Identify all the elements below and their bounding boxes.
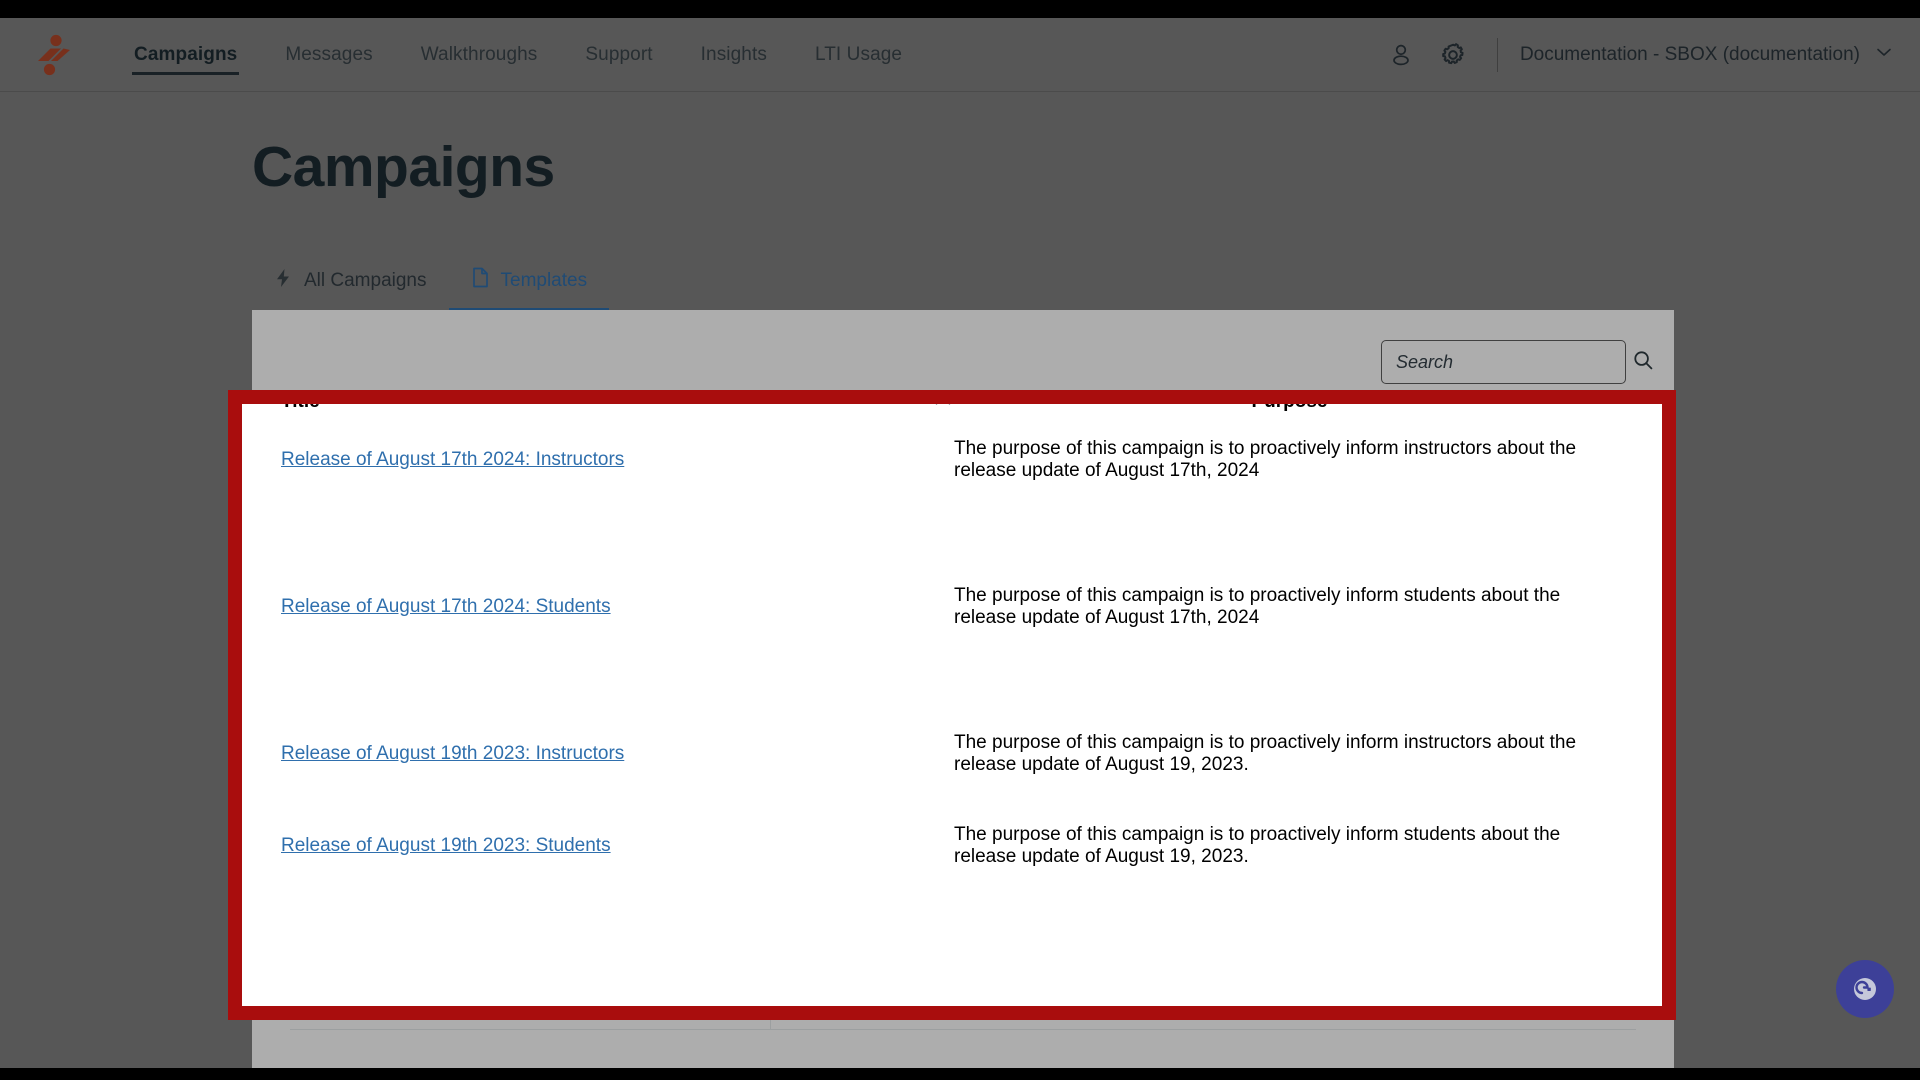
tab-bar: All Campaigns Templates <box>252 254 1674 311</box>
table-head: Title Purpose <box>280 404 1626 414</box>
row-purpose-cell: The purpose of this campaign is to proac… <box>954 585 1561 628</box>
nav-divider <box>1496 38 1498 72</box>
column-header-title[interactable]: Title <box>280 404 953 414</box>
table-body: Release of August 17th 2024: Instructors… <box>280 414 1626 892</box>
page-title: Campaigns <box>252 135 555 199</box>
tab-templates[interactable]: Templates <box>448 267 610 311</box>
nav-link-label: Support <box>585 44 653 65</box>
chat-bubble-icon <box>1854 978 1876 1000</box>
nav-link-label: Insights <box>700 44 767 65</box>
bottom-letterbox-bar <box>0 1068 1920 1080</box>
tab-all-campaigns[interactable]: All Campaigns <box>252 268 449 310</box>
row-title-link[interactable]: Release of August 17th 2024: Instructors <box>281 449 624 470</box>
user-icon[interactable] <box>1375 29 1427 81</box>
nav-link-messages[interactable]: Messages <box>261 18 396 92</box>
gear-icon[interactable] <box>1427 29 1479 81</box>
row-title-cell: Release of August 19th 2023: Students <box>280 800 953 892</box>
table-header-row: Title Purpose <box>280 404 1626 414</box>
row-title-link[interactable]: Release of August 19th 2023: Students <box>281 835 611 856</box>
search-input[interactable] <box>1394 350 1632 374</box>
table-row[interactable]: Release of August 17th 2024: Instructors… <box>280 414 1626 506</box>
tab-label: Templates <box>500 269 588 291</box>
chevron-down-icon <box>1874 42 1894 68</box>
search-container <box>1381 340 1653 384</box>
lightning-bolt-icon <box>274 268 292 294</box>
document-icon <box>471 267 489 294</box>
nav-link-campaigns[interactable]: Campaigns <box>110 18 261 92</box>
top-letterbox-bar <box>0 0 1920 18</box>
nav-link-label: Walkthroughs <box>420 44 538 65</box>
row-title-cell: Release of August 17th 2024: Students <box>280 506 953 708</box>
search-box[interactable] <box>1381 340 1653 384</box>
nav-link-label: Campaigns <box>134 44 238 65</box>
row-title-link[interactable]: Release of August 17th 2024: Students <box>281 596 611 617</box>
row-title-link[interactable]: Release of August 19th 2023: Instructors <box>281 743 624 764</box>
account-selector[interactable]: Documentation - SBOX (documentation) <box>1520 42 1894 68</box>
column-header-label: Title <box>281 404 320 413</box>
row-purpose-cell: The purpose of this campaign is to proac… <box>954 438 1577 481</box>
row-purpose-cell: The purpose of this campaign is to proac… <box>954 824 1561 867</box>
nav-link-walkthroughs[interactable]: Walkthroughs <box>397 18 562 92</box>
nav-link-label: LTI Usage <box>814 44 903 65</box>
nav-link-lti-usage[interactable]: LTI Usage <box>791 18 926 92</box>
chevron-up-icon <box>934 404 952 413</box>
screen: Campaigns Messages Walkthroughs Support … <box>0 0 1920 1080</box>
userlane-logo[interactable] <box>30 32 76 78</box>
templates-table-focused: Title Purpose <box>280 404 1626 892</box>
row-title-cell: Release of August 19th 2023: Instructors <box>280 708 953 800</box>
row-purpose-cell: The purpose of this campaign is to proac… <box>954 732 1577 775</box>
nav-right-actions: Documentation - SBOX (documentation) <box>1375 18 1894 92</box>
nav-link-support[interactable]: Support <box>561 18 676 92</box>
search-icon[interactable] <box>1632 349 1654 376</box>
top-navigation-bar: Campaigns Messages Walkthroughs Support … <box>0 18 1920 92</box>
column-header-purpose[interactable]: Purpose <box>953 404 1626 414</box>
table-row[interactable]: Release of August 19th 2023: Instructors… <box>280 708 1626 800</box>
row-title-cell: Release of August 17th 2024: Instructors <box>280 414 953 506</box>
column-header-label: Purpose <box>1251 404 1327 412</box>
tab-label: All Campaigns <box>304 270 427 291</box>
help-chat-bubble[interactable] <box>1836 960 1894 1018</box>
nav-link-label: Messages <box>285 44 373 65</box>
nav-links: Campaigns Messages Walkthroughs Support … <box>110 18 926 92</box>
focused-table-region: Title Purpose <box>242 404 1662 1006</box>
table-row[interactable]: Release of August 19th 2023: Students Th… <box>280 800 1626 892</box>
table-row[interactable]: Release of August 17th 2024: Students Th… <box>280 506 1626 708</box>
account-label: Documentation - SBOX (documentation) <box>1519 44 1860 65</box>
nav-link-insights[interactable]: Insights <box>677 18 791 92</box>
